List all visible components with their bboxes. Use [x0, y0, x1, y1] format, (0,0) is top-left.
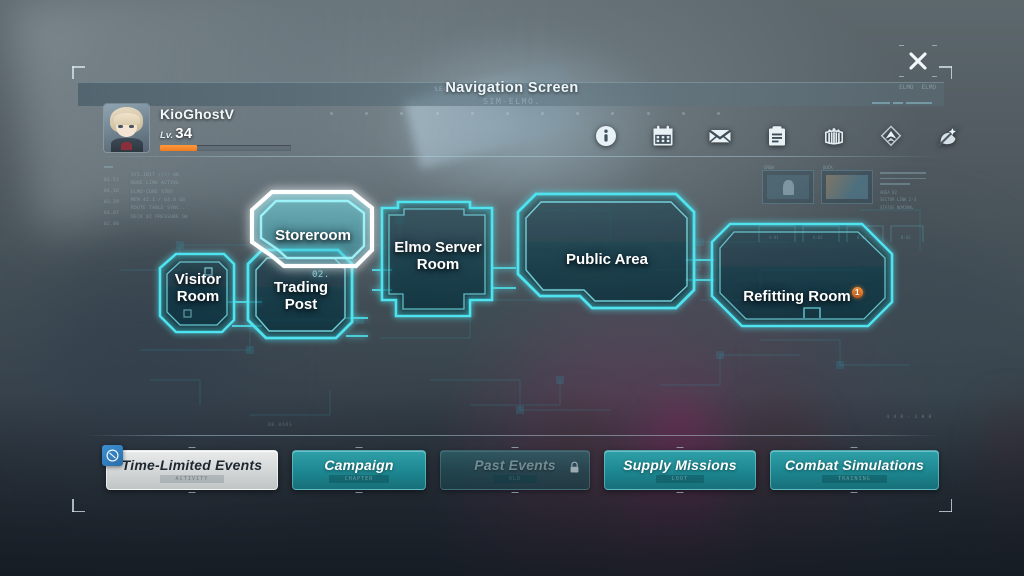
room-trading-post[interactable]	[246, 248, 356, 340]
calendar-icon[interactable]	[651, 124, 675, 148]
hud-panel-dock-thumb	[826, 175, 868, 199]
svg-text:A-01: A-01	[769, 235, 779, 240]
player-meta: KioGhostV Lv. 34	[160, 104, 291, 152]
tab-sub-supply-missions: LOOT	[655, 475, 705, 483]
frame-corner-bottom-left	[72, 496, 88, 512]
header-tick-right-2: ELMO	[921, 84, 936, 91]
hud-note-lines: AREA 02 SECTOR LINK 2-3 STATUS NOMINAL	[880, 172, 928, 211]
tab-sub-campaign: CHAPTER	[328, 475, 390, 483]
tab-label-past-events: Past Events	[474, 457, 556, 473]
avatar-eye-right	[129, 125, 134, 128]
crown-team-icon[interactable]	[822, 124, 846, 148]
tab-sub-combat-simulations: TRAINING	[822, 475, 887, 483]
notice-board-icon[interactable]	[765, 124, 789, 148]
hud-left-line-1: SYS.INIT //// OK	[131, 173, 180, 178]
svg-text:B-01: B-01	[857, 235, 867, 240]
hud-panel-crew-thumb	[767, 175, 809, 199]
tab-time-limited-events[interactable]: Time-Limited Events ACTIVITY	[102, 445, 278, 493]
tab-label-supply-missions: Supply Missions	[623, 457, 737, 473]
upgrade-arrow-icon[interactable]	[879, 124, 903, 148]
event-badge-icon	[106, 449, 119, 462]
avatar[interactable]	[104, 104, 149, 152]
page-title: Navigation Screen	[445, 80, 579, 96]
player-name: KioGhostV	[160, 106, 235, 122]
tab-bar: Time-Limited Events ACTIVITY Campaign CH…	[102, 445, 939, 493]
hud-side-panels: CREW DOCK	[762, 165, 873, 204]
tab-combat-simulations[interactable]: Combat Simulations TRAINING	[770, 447, 939, 493]
tab-campaign[interactable]: Campaign CHAPTER	[292, 447, 426, 493]
tab-supply-missions[interactable]: Supply Missions LOOT	[604, 447, 756, 493]
mail-icon[interactable]	[708, 124, 732, 148]
hud-left-ticks: 02.51 04.18 02.29 04.07 02.08	[104, 175, 119, 230]
header-dot-row	[330, 112, 720, 117]
hud-tick-1: 02.51	[104, 178, 120, 183]
hud-left-line-2: NODE LINK ACTIVE	[131, 181, 180, 187]
hud-person-silhouette	[782, 179, 794, 195]
frame-corner-bottom-right	[936, 496, 952, 512]
hud-left-line-4: MEM 42.1 / 64.0 GB	[131, 197, 186, 203]
tab-sub-time-limited-events: ACTIVITY	[159, 475, 225, 483]
player-card[interactable]: KioGhostV Lv. 34	[104, 104, 291, 152]
header-tick-right-1: ELMO	[899, 84, 914, 91]
info-icon[interactable]	[594, 124, 618, 148]
avatar-fringe	[114, 113, 140, 125]
hud-grid-right: A-01 A-02 B-01 B-02	[758, 225, 924, 242]
hud-left-bars	[104, 166, 113, 168]
lock-icon	[569, 461, 580, 479]
avatar-collar	[121, 142, 132, 150]
tab-badge-icon	[102, 445, 123, 466]
tab-label-time-limited-events: Time-Limited Events	[121, 457, 263, 473]
svg-text:B-02: B-02	[901, 235, 911, 240]
hud-bottom-right-code: 4 4 8 - 1 0 0	[886, 415, 932, 420]
tab-sub-past-events: OLD	[492, 475, 538, 483]
hud-panel-dock: DOCK	[821, 165, 873, 204]
tab-past-events[interactable]: Past Events OLD	[440, 447, 590, 493]
svg-text:A-02: A-02	[813, 235, 823, 240]
hud-tick-3: 02.29	[104, 200, 120, 206]
hud-tick-2: 04.18	[104, 189, 120, 195]
level-value: 34	[175, 125, 193, 142]
room-visitor-room[interactable]	[158, 253, 238, 335]
hud-panel-dock-caption: DOCK	[823, 165, 833, 170]
tab-label-campaign: Campaign	[324, 457, 394, 473]
hud-bottom-left-code: DK.0ARS	[268, 423, 293, 428]
hud-note-text: AREA 02 SECTOR LINK 2-3 STATUS NOMINAL	[880, 189, 917, 210]
avatar-eye-left	[118, 125, 123, 128]
room-code-trading-post: 02.	[312, 270, 330, 280]
level-label: Lv.	[160, 130, 174, 141]
close-button-ticks	[899, 42, 937, 80]
room-elmo-server-room[interactable]	[380, 200, 496, 318]
hud-panel-crew-caption: CREW	[764, 165, 774, 170]
hud-panel-crew: CREW	[762, 165, 814, 204]
hud-left-text: SYS.INIT //// OK NODE LINK ACTIVE ELMO-C…	[131, 172, 251, 222]
hud-left-line-3: ELMO-CORE STBY	[131, 189, 174, 195]
hud-tick-4: 04.07	[104, 211, 120, 217]
close-button[interactable]	[899, 45, 937, 77]
satellite-signal-icon[interactable]	[936, 124, 960, 148]
toolbar-icons	[594, 124, 960, 148]
room-public-area[interactable]	[516, 192, 698, 310]
tab-label-combat-simulations: Combat Simulations	[785, 457, 924, 473]
bottom-divider	[86, 435, 938, 436]
hud-left-line-5: ROUTE TABLE SYNC..	[131, 206, 186, 212]
header-line-right	[872, 100, 938, 106]
player-level: Lv. 34	[160, 125, 291, 142]
hud-dock-scene	[826, 175, 868, 199]
header-tick-right: ELMO ELMO	[899, 84, 936, 91]
hud-left-line-6: DECK 02 PRESSURE OK	[131, 214, 189, 220]
hud-tick-5: 02.08	[104, 222, 120, 228]
